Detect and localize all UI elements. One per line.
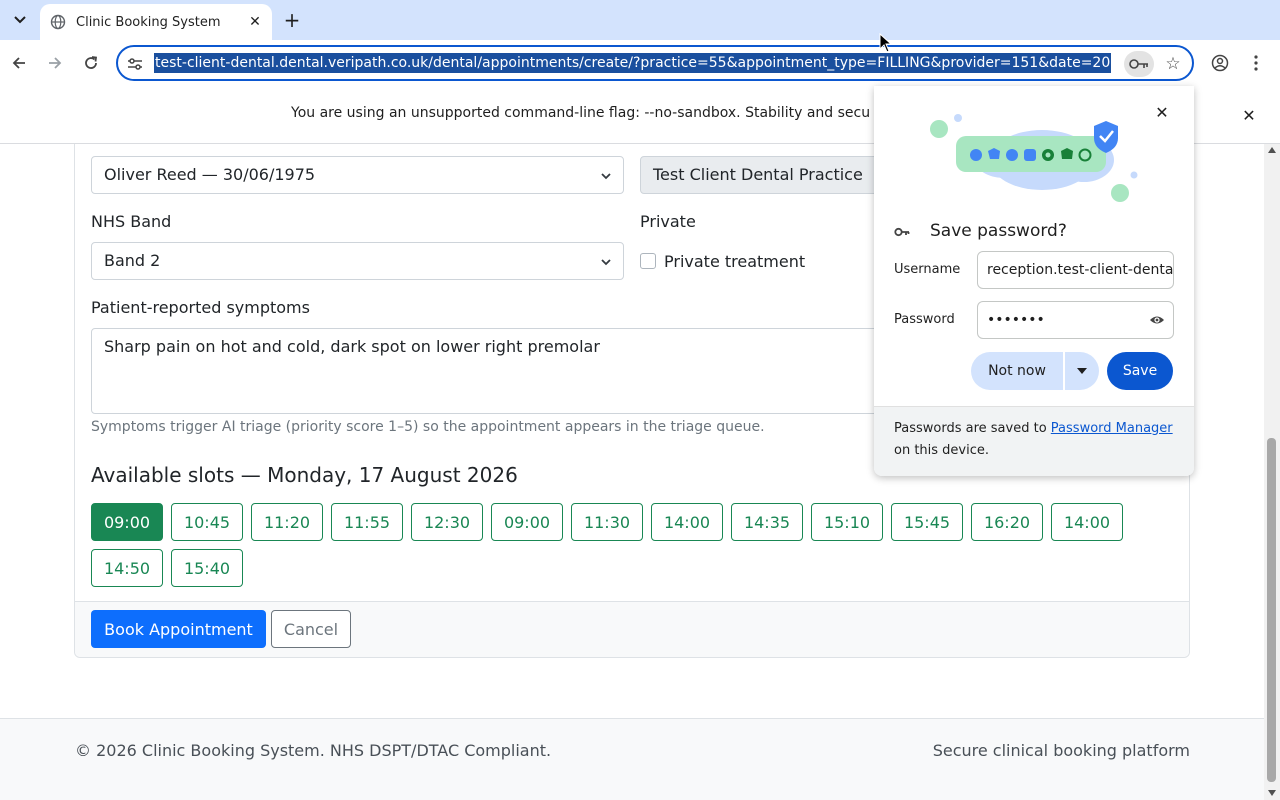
time-slot-button[interactable]: 09:00 <box>491 503 563 541</box>
browser-tab[interactable]: Clinic Booking System ✕ <box>40 4 272 40</box>
card-footer: Book Appointment Cancel <box>75 601 1189 657</box>
time-slot-button[interactable]: 11:55 <box>331 503 403 541</box>
book-appointment-button[interactable]: Book Appointment <box>91 610 266 648</box>
username-field[interactable]: reception.test-client-dental <box>977 251 1174 289</box>
tab-strip: Clinic Booking System ✕ + <box>0 0 1280 40</box>
tab-title: Clinic Booking System <box>76 14 221 30</box>
symptoms-help-text: Symptoms trigger AI triage (priority sco… <box>91 419 765 435</box>
menu-kebab-icon[interactable] <box>1242 49 1270 77</box>
footer-suffix: on this device. <box>894 443 990 458</box>
scroll-down-icon[interactable] <box>1268 790 1276 796</box>
caret-down-icon <box>1077 368 1087 374</box>
username-label: Username <box>894 262 961 277</box>
private-label: Private <box>640 212 696 231</box>
private-treatment-checkbox[interactable] <box>640 253 656 269</box>
back-icon[interactable] <box>5 49 33 77</box>
time-slot-button[interactable]: 15:10 <box>811 503 883 541</box>
footer-prefix: Passwords are saved to <box>894 421 1047 436</box>
patient-select-value: Oliver Reed — 30/06/1975 <box>104 165 316 184</box>
password-illustration <box>930 114 1138 202</box>
address-bar[interactable]: test-client-dental.dental.veripath.co.uk… <box>116 45 1194 81</box>
reload-icon[interactable] <box>77 49 105 77</box>
dialog-title: Save password? <box>930 221 1067 241</box>
time-slot-button[interactable]: 09:00 <box>91 503 163 541</box>
password-manager-link[interactable]: Password Manager <box>1051 421 1173 436</box>
time-slot-button[interactable]: 14:35 <box>731 503 803 541</box>
password-key-icon[interactable] <box>1124 51 1154 77</box>
infobar-message: You are using an unsupported command-lin… <box>291 105 871 121</box>
password-field[interactable]: ••••••• <box>977 301 1174 339</box>
page-footer: © 2026 Clinic Booking System. NHS DSPT/D… <box>0 718 1264 800</box>
more-options-dropdown[interactable] <box>1065 352 1099 390</box>
cancel-button[interactable]: Cancel <box>271 610 351 648</box>
symptoms-label: Patient-reported symptoms <box>91 298 310 317</box>
not-now-button[interactable]: Not now <box>971 352 1063 390</box>
new-tab-icon[interactable]: + <box>280 8 304 32</box>
private-treatment-label[interactable]: Private treatment <box>664 252 805 271</box>
time-slot-button[interactable]: 14:50 <box>91 549 163 587</box>
nhs-band-select[interactable]: Band 2 <box>91 242 624 280</box>
show-password-eye-icon[interactable] <box>1149 312 1165 328</box>
save-button[interactable]: Save <box>1107 352 1173 390</box>
bookmark-star-icon[interactable]: ☆ <box>1162 53 1184 75</box>
time-slot-button[interactable]: 15:40 <box>171 549 243 587</box>
time-slot-button[interactable]: 14:00 <box>1051 503 1123 541</box>
forward-icon[interactable] <box>41 49 69 77</box>
patient-select[interactable]: Oliver Reed — 30/06/1975 <box>91 156 624 194</box>
nhs-band-label: NHS Band <box>91 212 172 231</box>
profile-icon[interactable] <box>1206 49 1234 77</box>
time-slot-button[interactable]: 10:45 <box>171 503 243 541</box>
chevron-down-icon <box>601 173 611 180</box>
practice-field: Test Client Dental Practice <box>640 156 890 194</box>
slots-heading: Available slots — Monday, 17 August 2026 <box>91 463 518 487</box>
close-tab-icon[interactable]: ✕ <box>244 11 266 33</box>
save-password-dialog: ✕ Save password? Username reception.test… <box>874 86 1194 476</box>
time-slot-button[interactable]: 15:45 <box>891 503 963 541</box>
dialog-footer: Passwords are saved to Password Manager … <box>874 406 1194 476</box>
close-dialog-icon[interactable]: ✕ <box>1150 100 1174 124</box>
page-scrollbar[interactable] <box>1264 144 1280 800</box>
time-slot-button[interactable]: 16:20 <box>971 503 1043 541</box>
browser-toolbar: test-client-dental.dental.veripath.co.uk… <box>0 40 1280 86</box>
scroll-thumb[interactable] <box>1267 438 1276 782</box>
password-value: ••••••• <box>987 312 1045 328</box>
site-info-icon[interactable] <box>126 55 144 73</box>
tab-search-icon[interactable] <box>8 8 32 32</box>
close-infobar-icon[interactable]: ✕ <box>1238 104 1260 126</box>
time-slot-button[interactable]: 14:00 <box>651 503 723 541</box>
scroll-up-icon[interactable] <box>1268 147 1276 153</box>
time-slot-button[interactable]: 12:30 <box>411 503 483 541</box>
key-icon <box>894 227 910 237</box>
time-slot-button[interactable]: 11:30 <box>571 503 643 541</box>
url-text[interactable]: test-client-dental.dental.veripath.co.uk… <box>154 53 1112 73</box>
time-slot-button[interactable]: 11:20 <box>251 503 323 541</box>
globe-icon <box>50 14 66 30</box>
nhs-band-value: Band 2 <box>104 251 161 270</box>
mouse-cursor-icon <box>879 33 893 53</box>
chevron-down-icon <box>601 259 611 266</box>
password-label: Password <box>894 312 955 327</box>
footer-copyright: © 2026 Clinic Booking System. NHS DSPT/D… <box>75 741 552 760</box>
footer-tagline: Secure clinical booking platform <box>932 741 1190 760</box>
